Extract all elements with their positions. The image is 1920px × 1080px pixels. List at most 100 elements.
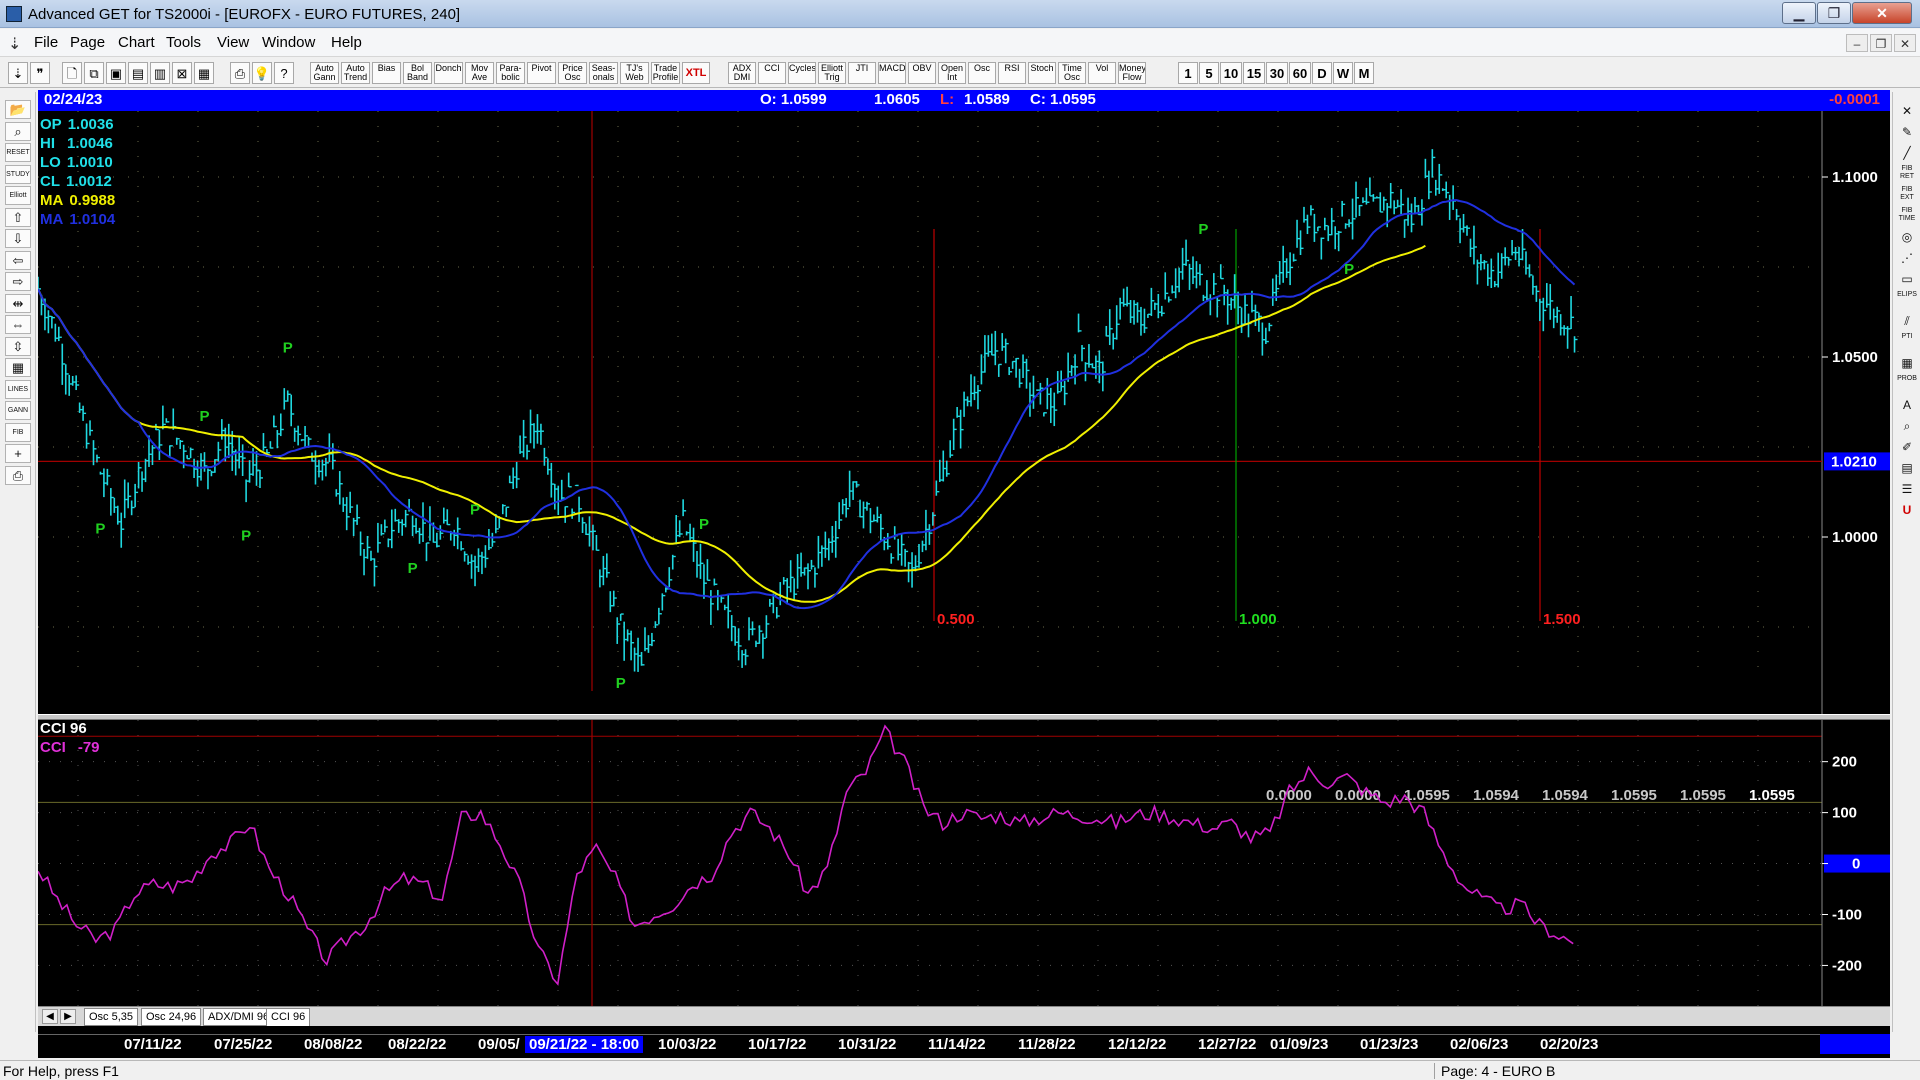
compress-h-icon[interactable]: ⇹	[5, 293, 31, 313]
copy-page-icon[interactable]: ⧉	[84, 62, 104, 84]
tab-adx-dmi-96[interactable]: ADX/DMI 96	[203, 1008, 275, 1026]
price-chart[interactable]: 1.1000 1.0500 1.0000 1.0210 0.500 1.000 1.500 P…	[38, 111, 1890, 714]
study-button-pivot[interactable]: Pivot	[527, 62, 556, 84]
print-icon[interactable]: ⎙	[230, 62, 250, 84]
quote-icon[interactable]: ❞	[30, 62, 50, 84]
text-icon[interactable]: A	[1896, 396, 1918, 414]
arc-icon[interactable]: ◎	[1896, 228, 1918, 246]
study-button-autotrend[interactable]: Auto Trend	[341, 62, 370, 84]
study-button-autogann[interactable]: Auto Gann	[310, 62, 339, 84]
arrow-right-icon[interactable]: ⇨	[5, 272, 31, 291]
tab-prev-button[interactable]: ◀	[42, 1009, 58, 1024]
tab-cci-96[interactable]: CCI 96	[266, 1008, 311, 1026]
new-page-icon[interactable]: 🗋	[62, 62, 82, 84]
prob-icon[interactable]: PROB	[1896, 375, 1918, 393]
study-button-parabolic[interactable]: Para-bolic	[496, 62, 525, 84]
close-chart-icon[interactable]: ⊠	[172, 62, 192, 84]
save-icon[interactable]: ▣	[106, 62, 126, 84]
osc-button-rsi[interactable]: RSI	[998, 62, 1026, 84]
study-button-priceosc[interactable]: Price Osc	[558, 62, 587, 84]
osc-button-adxdmi[interactable]: ADX DMI	[728, 62, 756, 84]
study-button-tradeprofile[interactable]: Trade Profile	[651, 62, 680, 84]
study-icon[interactable]: STUDY	[5, 164, 31, 184]
fib-icon[interactable]: FIB	[5, 422, 31, 442]
arrow-up-icon[interactable]: ⇧	[5, 207, 31, 227]
app-menu-icon[interactable]: ⇣	[8, 34, 21, 54]
compress-v-icon[interactable]: ⇳	[5, 336, 31, 356]
osc-button-vol[interactable]: Vol	[1088, 62, 1116, 84]
crosshair-icon[interactable]: +	[5, 444, 31, 463]
interval-button-60[interactable]: 60	[1289, 62, 1311, 84]
fib-ext-icon[interactable]: FIB EXT	[1896, 186, 1918, 204]
study-button-tjsweb[interactable]: TJ's Web	[620, 62, 649, 84]
osc-button-stoch[interactable]: Stoch	[1028, 62, 1056, 84]
minimize-button[interactable]: ▁	[1782, 2, 1816, 24]
menu-view[interactable]: View	[217, 34, 249, 51]
interval-button-w[interactable]: W	[1333, 62, 1353, 84]
menu-page[interactable]: Page	[70, 34, 105, 51]
help-pointer-icon[interactable]: ?	[274, 62, 294, 84]
calendar-icon[interactable]: ▤	[1896, 459, 1918, 477]
fan-icon[interactable]: ⋰	[1896, 249, 1918, 267]
tile-icon[interactable]: ▥	[150, 62, 170, 84]
osc-button-osc[interactable]: Osc	[968, 62, 996, 84]
study-button-donch[interactable]: Donch	[434, 62, 463, 84]
osc-button-jti[interactable]: JTI	[848, 62, 876, 84]
table-icon[interactable]: ▦	[1896, 354, 1918, 372]
osc-button-cci[interactable]: CCI	[758, 62, 786, 84]
osc-button-cycles[interactable]: Cycles	[788, 62, 816, 84]
fib-ret-icon[interactable]: FIB RET	[1896, 165, 1918, 183]
study-button-seasonals[interactable]: Seas-onals	[589, 62, 618, 84]
menu-tools[interactable]: Tools	[166, 34, 201, 51]
date-axis[interactable]: 07/11/22 07/25/22 08/08/22 08/22/22 09/05/10…	[38, 1034, 1890, 1054]
study-button-bias[interactable]: Bias	[372, 62, 401, 84]
xtl-button[interactable]: XTL	[682, 62, 710, 84]
mdi-minimize-button[interactable]: –	[1846, 34, 1868, 52]
study-button-movave[interactable]: Mov Ave	[465, 62, 494, 84]
magnet-icon[interactable]: U	[1896, 501, 1918, 519]
interval-button-5[interactable]: 5	[1199, 62, 1219, 84]
pointer-icon[interactable]: ⇣	[8, 62, 28, 84]
lines-icon[interactable]: LINES	[5, 379, 31, 399]
print-icon[interactable]: ⎙	[5, 465, 31, 485]
expand-h-icon[interactable]: ⇔	[5, 315, 31, 334]
interval-button-1[interactable]: 1	[1178, 62, 1198, 84]
tab-next-button[interactable]: ▶	[60, 1009, 76, 1024]
line-tool-icon[interactable]: ╱	[1896, 144, 1918, 162]
menu-file[interactable]: File	[34, 34, 58, 51]
layers-icon[interactable]: ☰	[1896, 480, 1918, 498]
cci-chart[interactable]: 200 100 0 -100 -200	[38, 720, 1890, 1006]
interval-button-m[interactable]: M	[1354, 62, 1374, 84]
tab-osc-24-96[interactable]: Osc 24,96	[141, 1008, 202, 1026]
osc-button-moneyflow[interactable]: Money Flow	[1118, 62, 1146, 84]
interval-button-10[interactable]: 10	[1220, 62, 1242, 84]
pti-icon[interactable]: PTI	[1896, 333, 1918, 351]
interval-button-d[interactable]: D	[1312, 62, 1332, 84]
osc-button-timeosc[interactable]: Time Osc	[1058, 62, 1086, 84]
menu-help[interactable]: Help	[331, 34, 362, 51]
interval-button-30[interactable]: 30	[1266, 62, 1288, 84]
marker-icon[interactable]: ✐	[1896, 438, 1918, 456]
elliott-icon[interactable]: Elliott	[5, 186, 31, 205]
layout-icon[interactable]: ▤	[128, 62, 148, 84]
menu-chart[interactable]: Chart	[118, 34, 155, 51]
folder-icon[interactable]: 📂	[5, 100, 31, 119]
study-button-bolband[interactable]: Bol Band	[403, 62, 432, 84]
gann-icon[interactable]: GANN	[5, 401, 31, 420]
osc-button-obv[interactable]: OBV	[908, 62, 936, 84]
grid-icon[interactable]: ▦	[5, 358, 31, 377]
mdi-close-button[interactable]: ✕	[1894, 34, 1916, 52]
pencil-icon[interactable]: ✎	[1896, 123, 1918, 141]
menu-window[interactable]: Window	[262, 34, 315, 51]
interval-button-15[interactable]: 15	[1243, 62, 1265, 84]
arrow-left-icon[interactable]: ⇦	[5, 250, 31, 270]
channel-icon[interactable]: ⫽	[1896, 312, 1918, 330]
maximize-button[interactable]: ❐	[1817, 2, 1851, 24]
fib-time-icon[interactable]: FIB TIME	[1896, 207, 1918, 225]
reset-icon[interactable]: RESET	[5, 143, 31, 162]
close-button[interactable]: ✕	[1852, 2, 1912, 24]
bulb-icon[interactable]: 💡	[252, 62, 272, 84]
zoom-icon[interactable]: ⌕	[1896, 417, 1918, 435]
mdi-restore-button[interactable]: ❐	[1870, 34, 1892, 52]
binoculars-icon[interactable]: ⌕	[5, 121, 31, 141]
